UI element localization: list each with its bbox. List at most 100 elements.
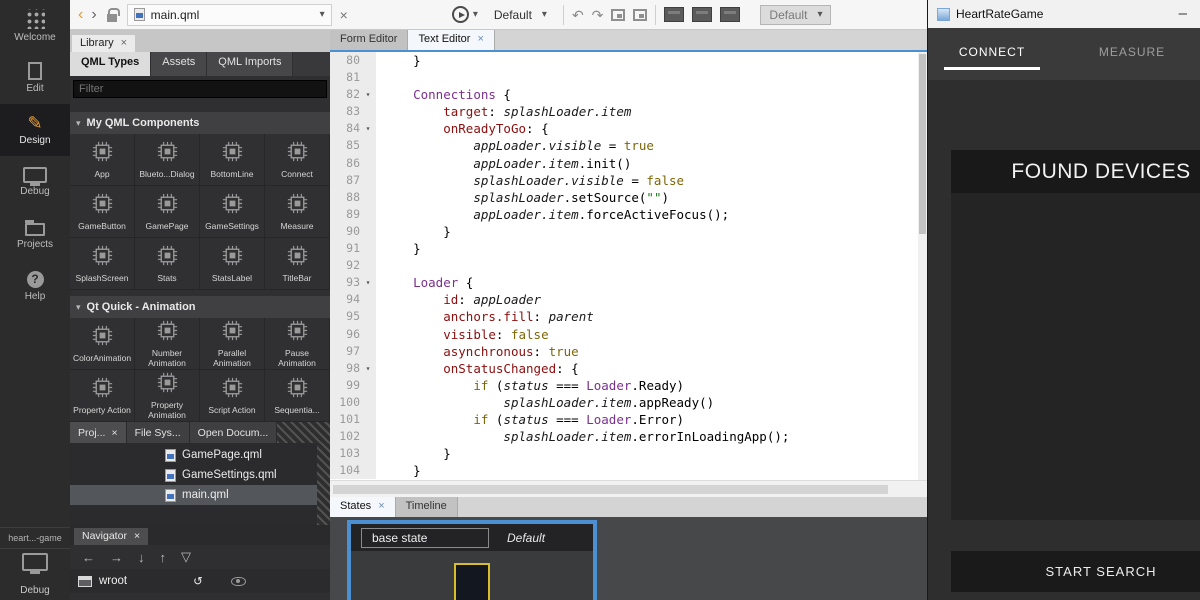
layout-toggle-2-icon[interactable] <box>692 7 712 22</box>
code-line[interactable]: 94 id: appLoader <box>330 291 927 308</box>
filter-input[interactable] <box>73 80 327 98</box>
component-item[interactable]: Sequentia... <box>265 370 330 422</box>
component-item[interactable]: TitleBar <box>265 238 330 290</box>
code-line[interactable]: 96 visible: false <box>330 326 927 343</box>
style-selector[interactable]: Default ▾ <box>760 5 831 25</box>
state-name-field[interactable]: base state <box>361 528 489 548</box>
code-line[interactable]: 86 appLoader.item.init() <box>330 155 927 172</box>
move-down-icon[interactable]: ↓ <box>138 550 145 565</box>
mode-edit[interactable]: Edit <box>0 52 70 104</box>
close-icon[interactable]: × <box>378 500 384 512</box>
library-panel-tab[interactable]: Library × <box>72 35 135 52</box>
file-list-scrollbar[interactable] <box>317 443 330 525</box>
file-item[interactable]: GameSettings.qml <box>70 465 330 485</box>
file-item[interactable]: main.qml <box>70 485 330 505</box>
export-refresh-icon[interactable]: ↺ <box>193 574 203 588</box>
tab-measure[interactable]: MEASURE <box>1084 36 1180 70</box>
tab-projects[interactable]: Proj... × <box>70 422 127 443</box>
open-document-selector[interactable]: main.qml ▾ <box>127 4 332 26</box>
navigate-back-icon[interactable]: ‹ <box>78 7 83 23</box>
code-line[interactable]: 93▾ Loader { <box>330 274 927 291</box>
layout-toggle-1-icon[interactable] <box>664 7 684 22</box>
tab-states[interactable]: States × <box>330 497 396 517</box>
kit-selector[interactable]: heart...-game Debug <box>0 527 70 600</box>
section-qt-quick-animation[interactable]: ▾ Qt Quick - Animation <box>70 296 330 318</box>
component-item[interactable]: Parallel Animation <box>200 318 265 370</box>
component-item[interactable]: ColorAnimation <box>70 318 135 370</box>
close-document-icon[interactable]: × <box>340 7 348 23</box>
code-line[interactable]: 98▾ onStatusChanged: { <box>330 360 927 377</box>
base-state-card[interactable]: base state Default <box>347 520 597 600</box>
component-item[interactable]: Pause Animation <box>265 318 330 370</box>
fold-marker-icon[interactable]: ▾ <box>360 274 376 291</box>
tab-assets[interactable]: Assets <box>151 52 207 76</box>
code-line[interactable]: 84▾ onReadyToGo: { <box>330 120 927 137</box>
navigator-panel-tab[interactable]: Navigator × <box>74 528 148 545</box>
tab-form-editor[interactable]: Form Editor <box>330 30 408 50</box>
close-icon[interactable]: × <box>111 427 117 439</box>
undo-icon[interactable]: ↶ <box>572 8 584 22</box>
code-line[interactable]: 95 anchors.fill: parent <box>330 308 927 325</box>
text-editor[interactable]: 80 }8182▾ Connections {83 target: splash… <box>330 52 927 480</box>
code-line[interactable]: 85 appLoader.visible = true <box>330 137 927 154</box>
visibility-eye-icon[interactable] <box>231 577 246 586</box>
code-line[interactable]: 103 } <box>330 445 927 462</box>
minimize-icon[interactable]: – <box>1175 9 1191 19</box>
tab-text-editor[interactable]: Text Editor × <box>408 30 494 50</box>
component-item[interactable]: StatsLabel <box>200 238 265 290</box>
code-line[interactable]: 88 splashLoader.setSource("") <box>330 189 927 206</box>
fold-marker-icon[interactable]: ▾ <box>360 360 376 377</box>
navigator-root-item[interactable]: wroot ↺ <box>70 569 330 593</box>
tab-qml-types[interactable]: QML Types <box>70 52 151 76</box>
split-view-icon[interactable] <box>611 9 625 21</box>
component-item[interactable]: Blueto...Dialog <box>135 134 200 186</box>
code-line[interactable]: 87 splashLoader.visible = false <box>330 172 927 189</box>
run-options-caret-icon[interactable]: ▾ <box>473 9 478 20</box>
code-line[interactable]: 102 splashLoader.item.errorInLoadingApp(… <box>330 428 927 445</box>
component-item[interactable]: BottomLine <box>200 134 265 186</box>
code-line[interactable]: 82▾ Connections { <box>330 86 927 103</box>
code-line[interactable]: 104 } <box>330 462 927 479</box>
mode-projects[interactable]: Projects <box>0 208 70 260</box>
component-item[interactable]: GameButton <box>70 186 135 238</box>
tab-qml-imports[interactable]: QML Imports <box>207 52 293 76</box>
code-line[interactable]: 80 } <box>330 52 927 69</box>
close-icon[interactable]: × <box>134 530 140 542</box>
app-titlebar[interactable]: HeartRateGame – <box>928 0 1200 28</box>
close-icon[interactable]: × <box>121 37 127 49</box>
run-button[interactable] <box>452 6 469 23</box>
component-item[interactable]: App <box>70 134 135 186</box>
mode-design[interactable]: ✎ Design <box>0 104 70 156</box>
fold-marker-icon[interactable]: ▾ <box>360 120 376 137</box>
move-left-icon[interactable]: ← <box>82 550 95 565</box>
component-item[interactable]: Property Action <box>70 370 135 422</box>
move-up-icon[interactable]: ↑ <box>160 550 167 565</box>
tab-file-system[interactable]: File Sys... <box>127 422 190 443</box>
code-line[interactable]: 83 target: splashLoader.item <box>330 103 927 120</box>
code-line[interactable]: 97 asynchronous: true <box>330 343 927 360</box>
section-my-qml-components[interactable]: ▾ My QML Components <box>70 112 330 134</box>
code-line[interactable]: 81 <box>330 69 927 86</box>
tab-open-documents[interactable]: Open Docum... <box>190 422 278 443</box>
filter-funnel-icon[interactable]: ▽ <box>181 549 191 565</box>
redo-icon[interactable]: ↷ <box>592 8 604 22</box>
component-item[interactable]: GamePage <box>135 186 200 238</box>
mode-welcome[interactable]: Welcome <box>0 0 70 52</box>
code-line[interactable]: 89 appLoader.item.forceActiveFocus(); <box>330 206 927 223</box>
scrollbar-thumb[interactable] <box>333 485 888 494</box>
code-line[interactable]: 100 splashLoader.item.appReady() <box>330 394 927 411</box>
start-search-button[interactable]: START SEARCH <box>951 551 1200 592</box>
component-item[interactable]: Measure <box>265 186 330 238</box>
code-line[interactable]: 91 } <box>330 240 927 257</box>
run-config-selector[interactable]: Default ▾ <box>486 5 555 25</box>
tab-connect[interactable]: CONNECT <box>944 36 1040 70</box>
navigate-forward-icon[interactable]: › <box>91 7 96 23</box>
tab-timeline[interactable]: Timeline <box>396 497 458 517</box>
component-item[interactable]: GameSettings <box>200 186 265 238</box>
component-item[interactable]: Connect <box>265 134 330 186</box>
scrollbar-thumb[interactable] <box>919 54 926 234</box>
component-item[interactable]: Property Animation <box>135 370 200 422</box>
component-item[interactable]: SplashScreen <box>70 238 135 290</box>
fold-marker-icon[interactable]: ▾ <box>360 86 376 103</box>
component-item[interactable]: Script Action <box>200 370 265 422</box>
